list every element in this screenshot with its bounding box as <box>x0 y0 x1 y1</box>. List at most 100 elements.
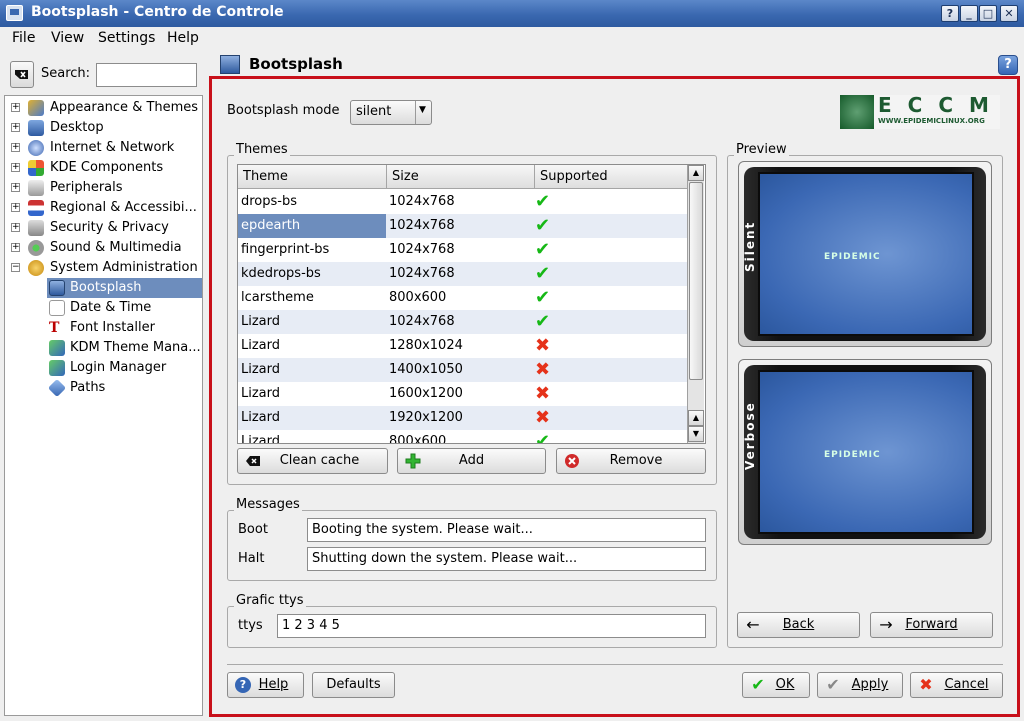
chevron-down-icon: ▼ <box>419 105 426 115</box>
minimize-button[interactable]: _ <box>960 5 978 22</box>
menu-view[interactable]: View <box>51 30 84 46</box>
add-icon <box>405 453 421 469</box>
scroll-thumb[interactable] <box>689 182 703 380</box>
tree-item-kdm-theme[interactable]: KDM Theme Mana... <box>5 338 202 358</box>
theme-name-cell: Lizard <box>241 386 281 401</box>
scroll-up-icon[interactable]: ▲ <box>688 165 704 181</box>
scroll-down-icon[interactable]: ▼ <box>688 426 704 442</box>
check-icon: ✔ <box>751 675 765 694</box>
tree-item-bootsplash[interactable]: Bootsplash <box>5 278 202 298</box>
expand-icon[interactable]: + <box>11 163 20 172</box>
help-icon[interactable]: ? <box>998 55 1018 75</box>
module-tree: + Appearance & Themes + Desktop + Internet … <box>4 95 203 716</box>
mode-select[interactable]: silent ▼ <box>350 100 432 125</box>
help-button[interactable]: ? Help <box>227 672 304 698</box>
verbose-preview-screen: EPIDEMIC <box>758 370 974 534</box>
ok-button[interactable]: ✔ OK <box>742 672 810 698</box>
halt-label: Halt <box>238 551 265 566</box>
kdm-icon <box>49 340 65 356</box>
check-icon: ✔ <box>535 311 551 332</box>
tree-item-appearance[interactable]: + Appearance & Themes <box>5 98 202 118</box>
table-row[interactable]: drops-bs 1024x768 ✔ <box>238 190 688 214</box>
internet-icon <box>28 140 44 156</box>
messages-group-title: Messages <box>234 497 302 512</box>
menu-settings[interactable]: Settings <box>98 30 155 46</box>
tree-item-regional[interactable]: + Regional & Accessibi... <box>5 198 202 218</box>
defaults-button[interactable]: Defaults <box>312 672 395 698</box>
table-row[interactable]: Lizard 1280x1024 ✖ <box>238 334 688 358</box>
tree-item-desktop[interactable]: + Desktop <box>5 118 202 138</box>
tree-item-internet[interactable]: + Internet & Network <box>5 138 202 158</box>
check-icon: ✔ <box>535 215 551 236</box>
expand-icon[interactable]: + <box>11 103 20 112</box>
column-header-theme[interactable]: Theme <box>238 165 387 189</box>
forward-button[interactable]: → Forward <box>870 612 993 638</box>
maximize-button[interactable]: □ <box>979 5 997 22</box>
check-icon: ✔ <box>535 263 551 284</box>
column-header-size[interactable]: Size <box>387 165 535 189</box>
column-header-supported[interactable]: Supported <box>535 165 688 189</box>
epidemic-logo: EPIDEMIC <box>824 450 881 460</box>
menu-file[interactable]: File <box>12 30 35 46</box>
window-titlebar[interactable]: Bootsplash - Centro de Controle ? _ □ ✕ <box>0 0 1024 27</box>
expand-icon[interactable]: + <box>11 183 20 192</box>
ttys-input[interactable]: 1 2 3 4 5 <box>277 614 706 638</box>
expand-icon[interactable]: + <box>11 123 20 132</box>
menu-help[interactable]: Help <box>167 30 199 46</box>
add-theme-button[interactable]: Add <box>397 448 546 474</box>
theme-name-cell: Lizard <box>241 314 281 329</box>
silent-label: Silent <box>743 220 757 272</box>
cancel-button[interactable]: ✖ Cancel <box>910 672 1003 698</box>
clear-search-button[interactable] <box>10 61 34 88</box>
close-button[interactable]: ✕ <box>1000 5 1018 22</box>
tree-item-login-manager[interactable]: Login Manager <box>5 358 202 378</box>
theme-size-cell: 1400x1050 <box>389 362 463 377</box>
tree-item-paths[interactable]: Paths <box>5 378 202 398</box>
table-row[interactable]: epdearth 1024x768 ✔ <box>238 214 688 238</box>
cross-icon: ✖ <box>535 359 551 380</box>
back-button[interactable]: ← Back <box>737 612 860 638</box>
scroll-up-icon[interactable]: ▲ <box>688 410 704 426</box>
check-icon: ✔ <box>826 675 840 694</box>
tree-item-font-installer[interactable]: T Font Installer <box>5 318 202 338</box>
theme-size-cell: 1600x1200 <box>389 386 463 401</box>
tree-item-system-administration[interactable]: − System Administration <box>5 258 202 278</box>
theme-size-cell: 1024x768 <box>389 314 455 329</box>
boot-label: Boot <box>238 522 268 537</box>
table-row[interactable]: Lizard 800x600 ✔ <box>238 430 688 444</box>
collapse-icon[interactable]: − <box>11 263 20 272</box>
remove-theme-button[interactable]: Remove <box>556 448 706 474</box>
themes-table[interactable]: Theme Size Supported drops-bs 1024x768 ✔ ep… <box>237 164 706 444</box>
search-input[interactable] <box>96 63 197 87</box>
table-row[interactable]: Lizard 1600x1200 ✖ <box>238 382 688 406</box>
halt-message-input[interactable]: Shutting down the system. Please wait... <box>307 547 706 571</box>
table-row[interactable]: Lizard 1024x768 ✔ <box>238 310 688 334</box>
clean-cache-button[interactable]: Clean cache <box>237 448 388 474</box>
tree-item-kde-components[interactable]: + KDE Components <box>5 158 202 178</box>
remove-icon <box>565 454 579 468</box>
boot-message-input[interactable]: Booting the system. Please wait... <box>307 518 706 542</box>
theme-size-cell: 1024x768 <box>389 218 455 233</box>
expand-icon[interactable]: + <box>11 143 20 152</box>
tree-item-sound[interactable]: + Sound & Multimedia <box>5 238 202 258</box>
table-scrollbar[interactable]: ▲ ▲ ▼ <box>687 165 704 443</box>
whats-this-button[interactable]: ? <box>941 5 959 22</box>
expand-icon[interactable]: + <box>11 223 20 232</box>
cross-icon: ✖ <box>535 383 551 404</box>
table-row[interactable]: fingerprint-bs 1024x768 ✔ <box>238 238 688 262</box>
table-row[interactable]: Lizard 1920x1200 ✖ <box>238 406 688 430</box>
expand-icon[interactable]: + <box>11 243 20 252</box>
window-title: Bootsplash - Centro de Controle <box>31 4 284 20</box>
apply-button[interactable]: ✔ Apply <box>817 672 903 698</box>
tree-item-security[interactable]: + Security & Privacy <box>5 218 202 238</box>
theme-size-cell: 1024x768 <box>389 194 455 209</box>
tree-item-date-time[interactable]: Date & Time <box>5 298 202 318</box>
font-icon: T <box>49 320 60 336</box>
table-row[interactable]: kdedrops-bs 1024x768 ✔ <box>238 262 688 286</box>
table-row[interactable]: lcarstheme 800x600 ✔ <box>238 286 688 310</box>
sound-icon <box>28 240 44 256</box>
table-row[interactable]: Lizard 1400x1050 ✖ <box>238 358 688 382</box>
tree-item-peripherals[interactable]: + Peripherals <box>5 178 202 198</box>
expand-icon[interactable]: + <box>11 203 20 212</box>
menubar: File View Settings Help <box>0 27 1024 51</box>
